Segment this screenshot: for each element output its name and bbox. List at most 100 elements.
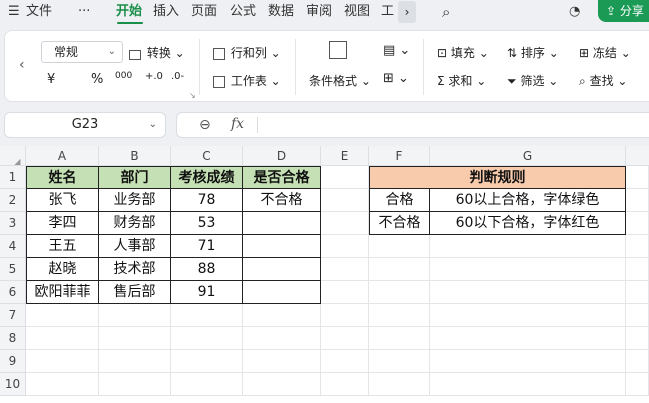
grid-cell[interactable]	[99, 304, 171, 327]
tab-review[interactable]: 审阅	[306, 0, 332, 26]
decrease-decimal-icon[interactable]: .0-	[171, 71, 184, 82]
conditional-format-icon[interactable]	[329, 41, 349, 59]
table-header-name[interactable]: 姓名	[26, 166, 99, 189]
table-cell[interactable]: 赵晓	[26, 258, 99, 281]
menu-more[interactable]: ···	[78, 0, 90, 26]
grid-cell[interactable]	[626, 258, 649, 281]
grid-cell[interactable]	[26, 350, 99, 373]
row-header-1[interactable]: 1	[0, 166, 26, 189]
grid-cell[interactable]	[626, 235, 649, 258]
grid-cell[interactable]	[626, 212, 649, 235]
search-icon[interactable]: ⌕	[442, 0, 450, 26]
table-cell[interactable]	[243, 212, 321, 235]
row-header-3[interactable]: 3	[0, 212, 26, 235]
table-header-pass[interactable]: 是否合格	[243, 166, 321, 189]
table-cell[interactable]: 技术部	[99, 258, 171, 281]
grid-cell[interactable]	[369, 281, 430, 304]
fx-icon[interactable]: fx	[231, 116, 244, 132]
rows-cols-button[interactable]: 行和列 ⌄	[213, 44, 281, 61]
grid-cell[interactable]	[321, 281, 369, 304]
increase-decimal-icon[interactable]: +.0	[145, 71, 163, 82]
grid-cell[interactable]	[430, 350, 626, 373]
dialog-launcher-icon[interactable]: ↘	[189, 91, 196, 100]
grid-cell[interactable]	[26, 373, 99, 396]
chevron-right-icon[interactable]: ›	[398, 1, 416, 23]
grid-cell[interactable]	[369, 235, 430, 258]
row-header-6[interactable]: 6	[0, 281, 26, 304]
tab-data[interactable]: 数据	[268, 0, 294, 26]
grid-cell[interactable]	[626, 304, 649, 327]
border-icon[interactable]: ⊞ ⌄	[383, 71, 409, 86]
table-cell[interactable]: 售后部	[99, 281, 171, 304]
convert-button[interactable]: 转换 ⌄	[129, 44, 185, 61]
find-button[interactable]: ⌕ 查找 ⌄	[579, 72, 627, 89]
grid-cell[interactable]	[430, 304, 626, 327]
table-header-score[interactable]: 考核成绩	[171, 166, 243, 189]
fill-button[interactable]: ⊡ 填充 ⌄	[437, 44, 489, 61]
grid-cell[interactable]	[369, 373, 430, 396]
zoom-icon[interactable]: ⊖	[199, 117, 211, 133]
grid-cell[interactable]	[369, 304, 430, 327]
ribbon-collapse-left-icon[interactable]: ‹	[19, 57, 25, 73]
row-header-9[interactable]: 9	[0, 350, 26, 373]
table-cell[interactable]: 不合格	[243, 189, 321, 212]
grid-cell[interactable]	[243, 327, 321, 350]
table-header-department[interactable]: 部门	[99, 166, 171, 189]
table-cell[interactable]: 78	[171, 189, 243, 212]
column-header-a[interactable]: A	[26, 146, 99, 166]
table-cell[interactable]: 财务部	[99, 212, 171, 235]
chat-icon[interactable]: ◔	[569, 0, 580, 26]
table-cell[interactable]: 88	[171, 258, 243, 281]
grid-cell[interactable]	[430, 373, 626, 396]
column-header-e[interactable]: E	[321, 146, 369, 166]
share-button[interactable]: ⇪ 分享	[598, 0, 649, 22]
grid-cell[interactable]	[99, 350, 171, 373]
grid-cell[interactable]	[99, 327, 171, 350]
tab-tools[interactable]: 工	[381, 0, 394, 26]
table-cell[interactable]: 业务部	[99, 189, 171, 212]
grid-cell[interactable]	[321, 327, 369, 350]
tab-page[interactable]: 页面	[191, 0, 217, 26]
rules-cell[interactable]: 不合格	[369, 212, 430, 235]
grid-cell[interactable]	[243, 350, 321, 373]
grid-cell[interactable]	[369, 258, 430, 281]
table-cell[interactable]: 人事部	[99, 235, 171, 258]
menu-file[interactable]: 文件	[26, 0, 52, 26]
grid-cell[interactable]	[321, 235, 369, 258]
name-box[interactable]: G23 ⌄	[4, 112, 166, 138]
row-header-2[interactable]: 2	[0, 189, 26, 212]
grid-cell[interactable]	[626, 350, 649, 373]
column-header-b[interactable]: B	[99, 146, 171, 166]
grid-cell[interactable]	[321, 304, 369, 327]
tab-insert[interactable]: 插入	[153, 0, 179, 26]
row-header-10[interactable]: 10	[0, 373, 26, 396]
grid-cell[interactable]	[626, 281, 649, 304]
grid-cell[interactable]	[430, 235, 626, 258]
grid-cell[interactable]	[243, 373, 321, 396]
column-header-g[interactable]: G	[430, 146, 626, 166]
grid-cell[interactable]	[321, 189, 369, 212]
rules-header[interactable]: 判断规则	[369, 166, 626, 189]
row-header-5[interactable]: 5	[0, 258, 26, 281]
grid-cell[interactable]	[626, 166, 649, 189]
grid-cell[interactable]	[171, 373, 243, 396]
table-cell[interactable]	[243, 281, 321, 304]
row-header-8[interactable]: 8	[0, 327, 26, 350]
grid-cell[interactable]	[369, 327, 430, 350]
grid-cell[interactable]	[171, 327, 243, 350]
select-all-corner[interactable]: ◢	[0, 146, 26, 166]
formula-input[interactable]: ⊖ fx	[176, 112, 649, 138]
grid-cell[interactable]	[321, 373, 369, 396]
rules-cell[interactable]: 合格	[369, 189, 430, 212]
spreadsheet-grid[interactable]: ◢ A B C D E F G 1 2 3 4 5 6 7 8 9 10 姓名 …	[0, 146, 649, 403]
table-cell[interactable]: 李四	[26, 212, 99, 235]
table-cell[interactable]: 91	[171, 281, 243, 304]
worksheet-button[interactable]: 工作表 ⌄	[213, 72, 281, 89]
grid-cell[interactable]	[26, 327, 99, 350]
table-cell[interactable]: 王五	[26, 235, 99, 258]
grid-cell[interactable]	[626, 327, 649, 350]
column-header-c[interactable]: C	[171, 146, 243, 166]
sum-button[interactable]: Σ 求和 ⌄	[437, 72, 486, 89]
column-header-d[interactable]: D	[243, 146, 321, 166]
grid-cell[interactable]	[369, 350, 430, 373]
